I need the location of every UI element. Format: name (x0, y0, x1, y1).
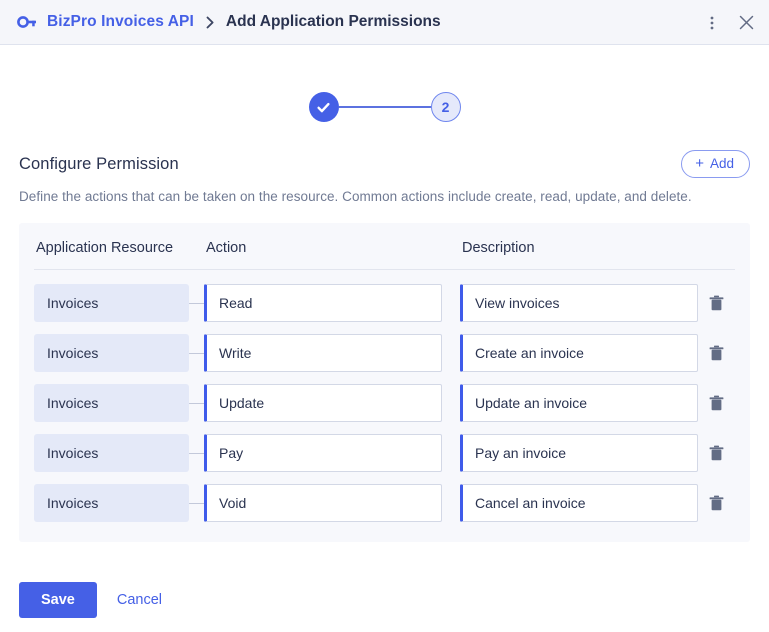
description-input[interactable]: Cancel an invoice (460, 484, 698, 522)
add-permission-button[interactable]: + Add (681, 150, 750, 178)
delete-row-button[interactable] (698, 495, 735, 512)
action-input[interactable]: Update (204, 384, 442, 422)
column-header-description: Description (462, 240, 535, 256)
resource-field: Invoices (34, 434, 189, 472)
delete-row-button[interactable] (698, 445, 735, 462)
stepper-connector-line (338, 106, 431, 108)
row-connector-line (189, 302, 204, 304)
action-input[interactable]: Read (204, 284, 442, 322)
action-input[interactable]: Void (204, 484, 442, 522)
resource-field: Invoices (34, 284, 189, 322)
description-input[interactable]: Update an invoice (460, 384, 698, 422)
description-input[interactable]: View invoices (460, 284, 698, 322)
breadcrumb-app-link[interactable]: BizPro Invoices API (47, 13, 194, 31)
form-footer: Save Cancel (0, 582, 769, 618)
description-input[interactable]: Create an invoice (460, 334, 698, 372)
action-input[interactable]: Write (204, 334, 442, 372)
app-header: BizPro Invoices API Add Application Perm… (0, 0, 769, 45)
table-row: Invoices Pay Pay an invoice (34, 428, 735, 478)
section-title-row: Configure Permission + Add (19, 150, 750, 178)
table-row: Invoices Read View invoices (34, 278, 735, 328)
wizard-stepper: 2 (0, 92, 769, 122)
plus-icon: + (695, 154, 704, 172)
close-icon[interactable] (736, 13, 756, 33)
resource-field: Invoices (34, 334, 189, 372)
table-row: Invoices Write Create an invoice (34, 328, 735, 378)
stepper-step-1-completed[interactable] (308, 92, 339, 122)
permissions-table-panel: Application Resource Action Description … (19, 223, 750, 542)
row-connector-line (189, 452, 204, 454)
key-icon (16, 11, 38, 33)
stepper-step-2-label: 2 (441, 99, 450, 115)
table-body: Invoices Read View invoices Invoices Write Cr… (34, 278, 735, 528)
resource-field: Invoices (34, 384, 189, 422)
description-input[interactable]: Pay an invoice (460, 434, 698, 472)
page-title: Configure Permission (19, 154, 179, 173)
add-button-label: Add (709, 155, 734, 171)
row-connector-line (189, 502, 204, 504)
action-input[interactable]: Pay (204, 434, 442, 472)
resource-field: Invoices (34, 484, 189, 522)
table-row: Invoices Update Update an invoice (34, 378, 735, 428)
row-connector-line (189, 402, 204, 404)
configure-permission-section: Configure Permission + Add Define the ac… (0, 150, 769, 204)
save-button[interactable]: Save (19, 582, 97, 618)
section-description: Define the actions that can be taken on … (19, 189, 692, 204)
check-icon (317, 102, 330, 112)
breadcrumb-separator (206, 16, 215, 29)
kebab-menu-icon[interactable] (702, 13, 722, 33)
header-actions (702, 0, 756, 45)
delete-row-button[interactable] (698, 345, 735, 362)
stepper-step-2-current[interactable]: 2 (430, 92, 461, 122)
column-header-action: Action (206, 240, 247, 256)
row-connector-line (189, 352, 204, 354)
table-header-row: Application Resource Action Description (34, 240, 735, 270)
delete-row-button[interactable] (698, 395, 735, 412)
cancel-button[interactable]: Cancel (109, 582, 170, 618)
column-header-application-resource: Application Resource (36, 240, 174, 256)
table-row: Invoices Void Cancel an invoice (34, 478, 735, 528)
breadcrumb-current-page: Add Application Permissions (225, 13, 441, 30)
delete-row-button[interactable] (698, 295, 735, 312)
